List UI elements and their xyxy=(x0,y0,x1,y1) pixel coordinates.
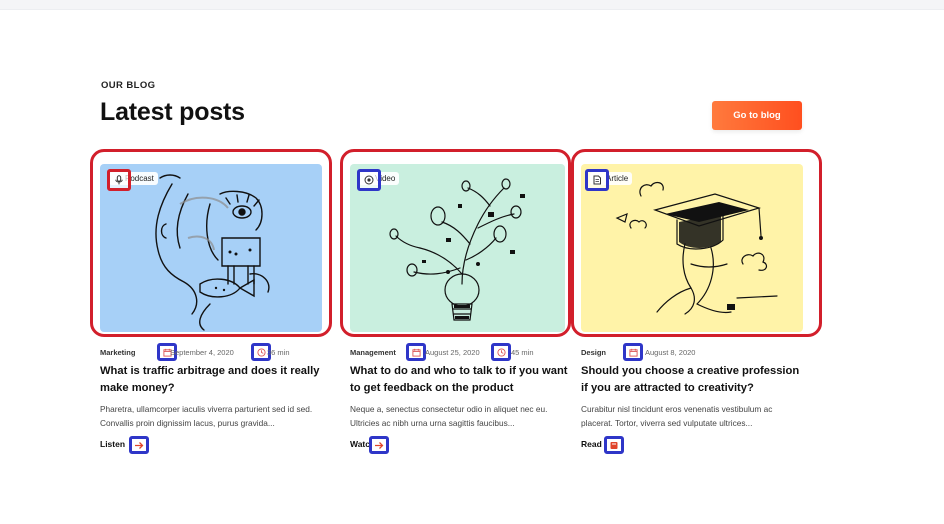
post-illustration-graduation[interactable] xyxy=(581,164,803,332)
post-title[interactable]: What to do and who to talk to if you wan… xyxy=(350,363,572,396)
post-duration: 45 min xyxy=(511,348,534,357)
read-link[interactable]: Read xyxy=(581,439,602,449)
arrow-right-icon[interactable] xyxy=(129,436,149,454)
post-meta: Marketing September 4, 2020 36 min xyxy=(100,343,330,362)
blog-card-video[interactable]: Video Management August 25, 2020 45 min … xyxy=(340,149,582,469)
post-category: Management xyxy=(350,348,396,357)
graduation-cap-sketch xyxy=(615,181,778,315)
post-duration: 36 min xyxy=(267,348,290,357)
faces-sketch xyxy=(155,174,270,331)
calendar-icon xyxy=(406,343,426,361)
section-title: Latest posts xyxy=(100,98,245,126)
post-illustration-lightbulbs[interactable] xyxy=(350,164,565,332)
post-category: Marketing xyxy=(100,348,136,357)
post-meta: Management August 25, 2020 45 min xyxy=(350,343,580,362)
post-excerpt: Curabitur nisl tincidunt eros venenatis … xyxy=(581,404,773,428)
document-icon xyxy=(585,169,609,191)
blog-card-article[interactable]: Article Design August 8, 2020 Should you… xyxy=(571,149,822,469)
book-icon[interactable] xyxy=(604,436,624,454)
arrow-right-icon[interactable] xyxy=(369,436,389,454)
top-bar xyxy=(0,0,944,10)
post-illustration-faces[interactable] xyxy=(100,164,322,332)
calendar-icon xyxy=(623,343,643,361)
lightbulb-tree-sketch xyxy=(389,178,525,321)
post-title[interactable]: What is traffic arbitrage and does it re… xyxy=(100,363,322,396)
post-excerpt: Pharetra, ullamcorper iaculis viverra pa… xyxy=(100,404,313,428)
play-circle-icon xyxy=(357,169,381,191)
post-excerpt: Neque a, senectus consectetur odio in al… xyxy=(350,404,548,428)
listen-link[interactable]: Listen xyxy=(100,439,125,449)
post-meta: Design August 8, 2020 xyxy=(581,343,811,362)
post-date: August 25, 2020 xyxy=(425,348,480,357)
go-to-blog-button[interactable]: Go to blog xyxy=(712,101,802,130)
clock-icon xyxy=(491,343,511,361)
post-date: September 4, 2020 xyxy=(170,348,234,357)
post-category: Design xyxy=(581,348,607,357)
microphone-icon xyxy=(107,169,131,191)
post-title[interactable]: Should you choose a creative profession … xyxy=(581,363,803,396)
post-date: August 8, 2020 xyxy=(645,348,696,357)
section-eyebrow: OUR BLOG xyxy=(101,80,156,91)
blog-card-podcast[interactable]: Podcast Marketing September 4, 2020 36 m… xyxy=(90,149,332,469)
